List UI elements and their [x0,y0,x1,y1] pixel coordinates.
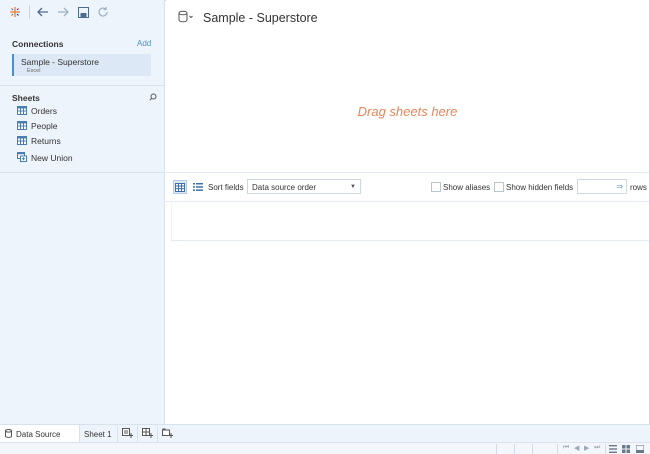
show-hidden-fields-checkbox[interactable] [494,182,504,192]
toolbar-divider [29,5,30,19]
connection-name: Sample - Superstore [21,57,99,67]
tab-sheet-1[interactable]: Sheet 1 [84,425,116,443]
previous-sheet-icon[interactable]: ◀ [574,444,579,452]
status-divider [496,444,497,454]
new-dashboard-button[interactable] [137,426,157,442]
sort-fields-value: Data source order [252,183,317,192]
table-icon [17,120,27,132]
new-worksheet-button[interactable] [117,426,137,442]
datasource-title[interactable]: Sample - Superstore [203,11,318,25]
sheet-label: People [31,121,58,131]
new-story-icon [162,428,173,440]
connection-type: Excel [27,68,41,74]
sheet-label: New Union [31,153,73,163]
sheet-label: Returns [31,136,61,146]
table-icon [17,135,27,147]
data-grid-header [171,203,649,241]
tab-data-source[interactable]: Data Source [0,425,80,443]
sheet-tab-bar: Data Source Sheet 1 [0,424,650,443]
status-bar: ⏮ ◀ ▶ ⏭ [0,442,650,454]
show-aliases-checkbox[interactable] [431,182,441,192]
rows-label: rows [630,183,647,192]
search-sheets-icon[interactable] [149,93,157,103]
tab-label: Data Source [16,429,61,439]
refresh-icon[interactable] [95,4,111,20]
list-view-button[interactable] [191,180,205,194]
union-icon [17,152,27,164]
last-sheet-icon[interactable]: ⏭ [594,444,600,452]
tableau-logo-icon[interactable] [7,4,23,20]
connections-heading: Connections [12,39,64,49]
sheet-item-new-union[interactable]: New Union [17,152,73,164]
database-icon [5,428,12,440]
forward-arrow-icon[interactable] [55,4,71,20]
left-pane: Connections Add Sample - Superstore Exce… [0,0,165,424]
sidebar-divider [0,172,165,173]
toolbar [0,0,165,26]
drop-zone-hint[interactable]: Drag sheets here [166,104,649,119]
tab-label: Sheet 1 [84,429,112,439]
table-icon [17,105,27,117]
sort-fields-label: Sort fields [208,183,244,192]
add-connection-link[interactable]: Add [137,39,151,48]
new-worksheet-icon [122,428,133,440]
sheet-item-returns[interactable]: Returns [17,135,61,147]
status-divider [605,444,606,454]
grid-view-button[interactable] [173,180,187,194]
sheets-heading: Sheets [12,93,40,103]
rows-input[interactable]: ⇒ [577,179,627,194]
new-story-button[interactable] [157,426,177,442]
next-sheet-icon[interactable]: ▶ [584,444,589,452]
sheet-item-people[interactable]: People [17,120,57,132]
main-canvas: Sample - Superstore Drag sheets here Sor… [166,0,649,424]
arrow-right-icon[interactable]: ⇒ [616,182,623,191]
new-dashboard-icon [142,428,153,440]
sort-fields-select[interactable]: Data source order ▼ [247,179,361,194]
sheet-label: Orders [31,106,57,116]
back-arrow-icon[interactable] [35,4,51,20]
show-filmstrip-icon[interactable] [622,445,630,454]
show-hidden-fields-label: Show hidden fields [506,183,574,192]
status-divider [557,444,558,454]
show-sheet-sorter-icon[interactable] [609,445,617,454]
show-aliases-label: Show aliases [443,183,491,192]
first-sheet-icon[interactable]: ⏮ [563,444,569,452]
sheet-item-orders[interactable]: Orders [17,105,57,117]
chevron-down-icon: ▼ [350,184,356,190]
datasource-database-icon[interactable] [178,10,194,26]
save-icon[interactable] [75,4,91,20]
status-divider [514,444,515,454]
show-tabs-icon[interactable] [635,444,645,454]
sidebar-divider [0,85,165,86]
connection-item[interactable]: Sample - Superstore Excel [12,54,151,76]
grid-toolbar: Sort fields Data source order ▼ Show ali… [166,172,649,202]
status-divider [532,444,533,454]
